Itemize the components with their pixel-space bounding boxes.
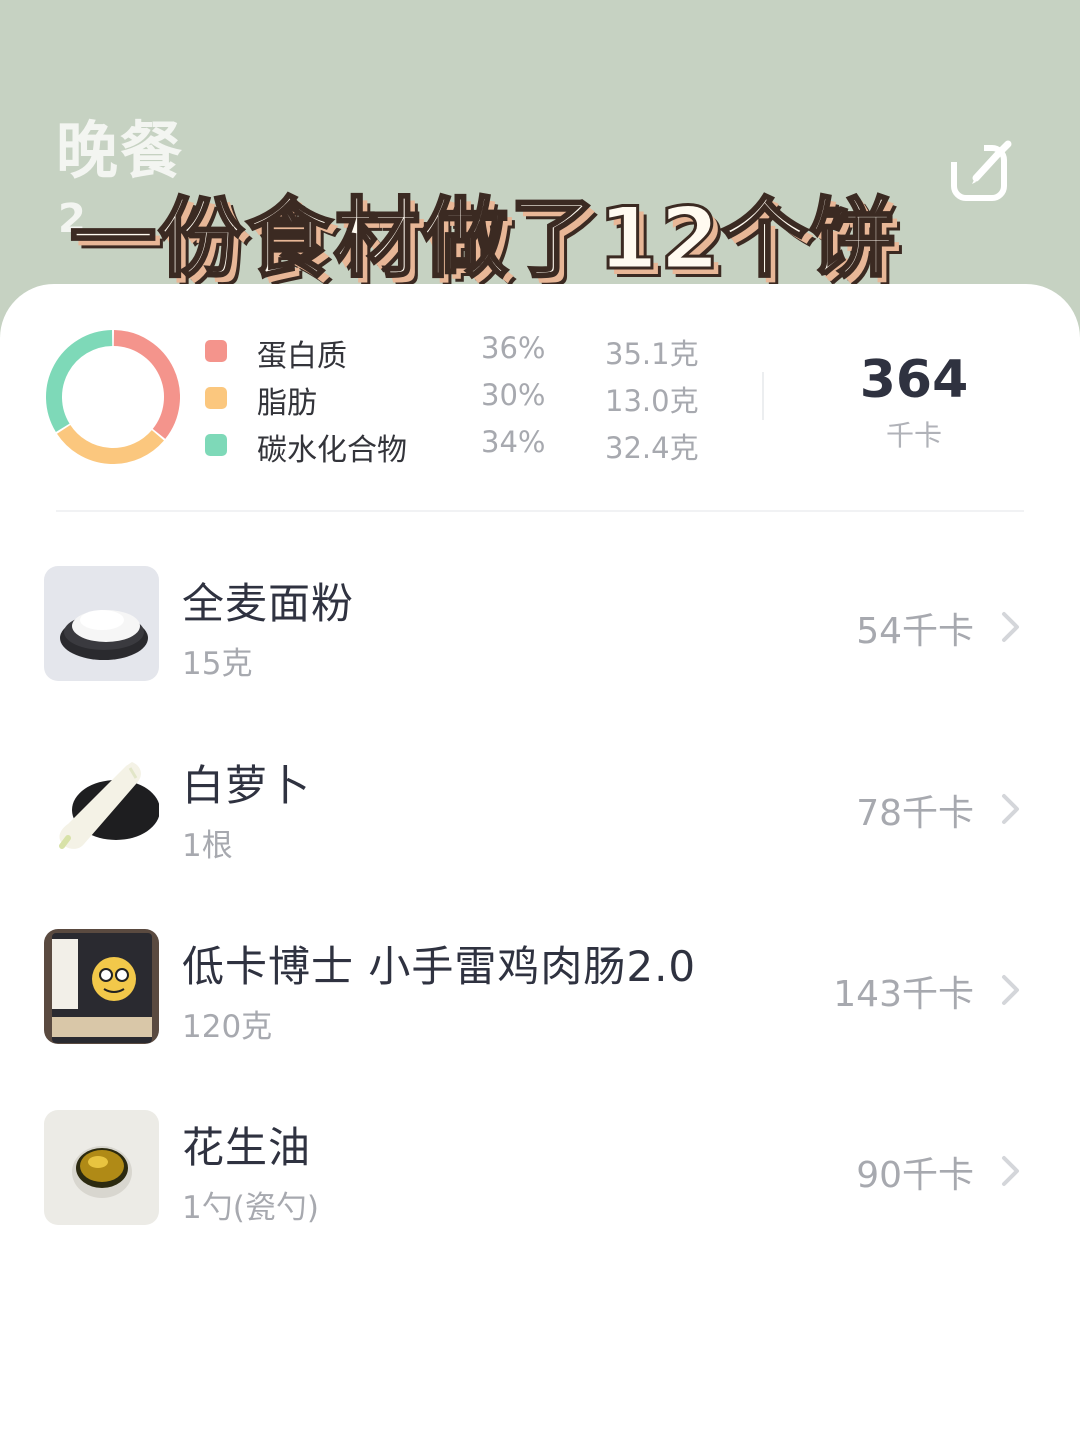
macro-row-fat: 脂肪 30% 13.0克 [205,378,725,421]
food-calories: 90千卡 [856,1155,974,1196]
macro-name: 蛋白质 [257,339,347,374]
chevron-right-icon [1002,612,1019,642]
macro-percent: 34% [481,425,546,459]
food-calories: 143千卡 [833,974,974,1015]
food-item-flour[interactable]: 全麦面粉 15克 54千卡 [0,566,1080,686]
macro-name: 碳水化合物 [257,433,407,468]
food-name: 低卡博士 小手雷鸡肉肠2.0 [182,942,697,991]
carbs-dot [205,434,227,456]
summary-divider [762,372,764,420]
sausage-package-image [44,929,159,1044]
macro-amount: 13.0克 [605,384,699,418]
food-quantity: 120克 [182,1009,273,1045]
macro-amount: 35.1克 [605,337,699,371]
donut-segment-fat [56,424,164,464]
food-item-peanut-oil[interactable]: 花生油 1勺(瓷勺) 90千卡 [0,1110,1080,1230]
flour-image [44,566,159,681]
chevron-right-icon [1002,1156,1019,1186]
food-quantity: 1根 [182,828,233,864]
fat-dot [205,387,227,409]
macro-amount: 32.4克 [605,431,699,465]
overlay-caption: 一份食材做了12个饼 [69,188,898,291]
section-divider [56,510,1024,512]
radish-image [44,748,159,863]
protein-dot [205,340,227,362]
macro-percent: 30% [481,378,546,412]
macro-donut-chart [46,330,180,464]
peanut-oil-image [44,1110,159,1225]
food-calories: 54千卡 [856,611,974,652]
food-name: 白萝卜 [182,761,312,810]
macro-name: 脂肪 [257,386,317,421]
header: 晚餐 2 一份食材做了12个饼 [0,0,1080,320]
food-calories: 78千卡 [856,793,974,834]
macro-percent: 36% [481,331,546,365]
macro-row-protein: 蛋白质 36% 35.1克 [205,331,725,374]
total-calories-unit: 千卡 [885,419,942,452]
chevron-right-icon [1002,794,1019,824]
food-item-chicken-sausage[interactable]: 低卡博士 小手雷鸡肉肠2.0 120克 143千卡 [0,929,1080,1049]
donut-segment-carbs [46,330,113,433]
food-quantity: 15克 [182,646,253,682]
total-calories: 364 [859,350,969,410]
macro-row-carbs: 碳水化合物 34% 32.4克 [205,425,725,468]
food-quantity: 1勺(瓷勺) [182,1190,319,1226]
donut-segment-protein [113,330,180,439]
chevron-right-icon [1002,975,1019,1005]
food-item-radish[interactable]: 白萝卜 1根 78千卡 [0,748,1080,868]
food-name: 全麦面粉 [182,579,355,628]
food-name: 花生油 [182,1123,312,1172]
edit-icon[interactable] [950,140,1012,202]
